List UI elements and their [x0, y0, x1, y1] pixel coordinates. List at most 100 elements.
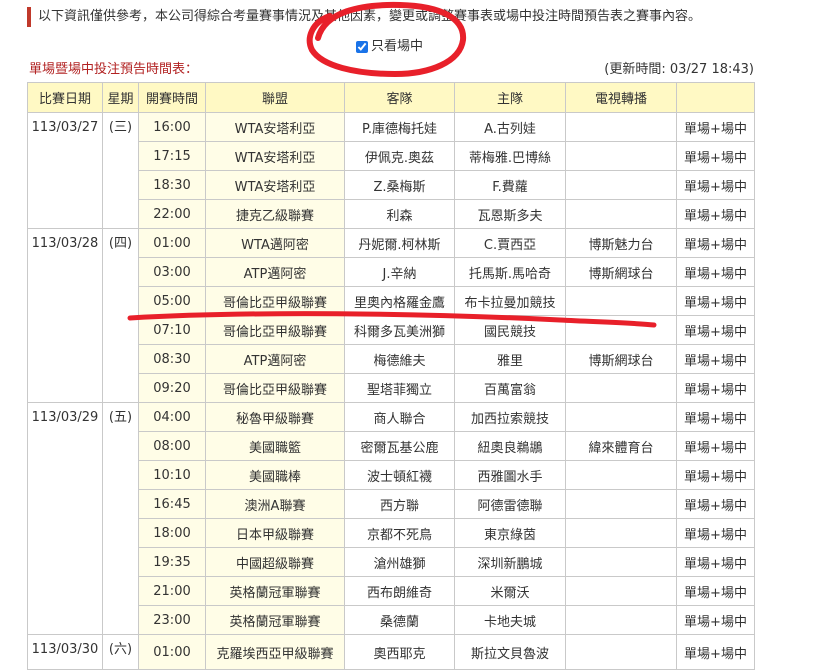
update-time: (更新時間: 03/27 18:43): [604, 62, 754, 77]
away-team-cell: P.庫德梅托娃: [344, 112, 455, 142]
tv-cell: 緯來體育台: [565, 431, 677, 461]
away-team-cell: 利森: [344, 199, 455, 229]
league-cell: 哥倫比亞甲級聯賽: [205, 315, 345, 345]
start-time-cell: 08:00: [138, 431, 206, 461]
league-cell: 澳洲A聯賽: [205, 489, 345, 519]
home-team-cell: 米爾沃: [454, 576, 566, 606]
weekday-cell: (三): [102, 112, 139, 229]
date-cell: 113/03/27: [27, 112, 103, 229]
league-cell: 日本甲級聯賽: [205, 518, 345, 548]
league-cell: ATP邁阿密: [205, 344, 345, 374]
home-team-cell: 瓦恩斯多夫: [454, 199, 566, 229]
league-cell: 中國超級聯賽: [205, 547, 345, 577]
league-cell: 哥倫比亞甲級聯賽: [205, 373, 345, 403]
date-cell: 113/03/28: [27, 228, 103, 403]
league-cell: WTA安塔利亞: [205, 112, 345, 142]
tv-cell: [565, 315, 677, 345]
tv-cell: [565, 286, 677, 316]
away-team-cell: 伊佩克.奧茲: [344, 141, 455, 171]
home-team-cell: 紐奧良鵜鶘: [454, 431, 566, 461]
disclaimer-notice: 以下資訊僅供參考，本公司得綜合考量賽事情況及其他因素，變更或調整賽事表或場中投注…: [27, 7, 701, 27]
table-row[interactable]: 113/03/27 (三) 16:00 WTA安塔利亞 P.庫德梅托娃 A.古列娃 單場+場…: [27, 112, 755, 229]
tv-cell: [565, 141, 677, 171]
header-start-time: 開賽時間: [138, 82, 206, 113]
bet-type-cell: 單場+場中: [676, 286, 755, 316]
start-time-cell: 08:30: [138, 344, 206, 374]
start-time-cell: 23:00: [138, 605, 206, 635]
away-team-cell: 滄州雄獅: [344, 547, 455, 577]
live-only-label: 只看場中: [371, 39, 424, 54]
home-team-cell: 布卡拉曼加競技: [454, 286, 566, 316]
away-team-cell: 桑德蘭: [344, 605, 455, 635]
schedule-table: 比賽日期 星期 開賽時間 聯盟 客隊 主隊 電視轉播 113/03/27 (三) 1…: [27, 82, 755, 670]
league-cell: 美國職棒: [205, 460, 345, 490]
league-cell: WTA邁阿密: [205, 228, 345, 258]
schedule-body: 113/03/27 (三) 16:00 WTA安塔利亞 P.庫德梅托娃 A.古列娃 單場+場…: [27, 112, 755, 670]
tv-cell: [565, 547, 677, 577]
bet-type-cell: 單場+場中: [676, 460, 755, 490]
home-team-cell: 國民競技: [454, 315, 566, 345]
start-time-cell: 21:00: [138, 576, 206, 606]
live-only-filter[interactable]: 只看場中: [356, 38, 423, 56]
table-row[interactable]: 113/03/28 (四) 01:00 WTA邁阿密 丹妮爾.柯林斯 C.賈西亞 博斯魅力台…: [27, 228, 755, 403]
table-title: 單場暨場中投注預告時間表：: [29, 62, 199, 77]
away-team-cell: Z.桑梅斯: [344, 170, 455, 200]
home-team-cell: 阿德雷德聯: [454, 489, 566, 519]
table-header-row: 比賽日期 星期 開賽時間 聯盟 客隊 主隊 電視轉播: [27, 82, 755, 113]
weekday-cell: (四): [102, 228, 139, 403]
home-team-cell: 加西拉索競技: [454, 402, 566, 432]
tv-cell: [565, 373, 677, 403]
table-row[interactable]: 113/03/29 (五) 04:00 秘魯甲級聯賽 商人聯合 加西拉索競技 單場+場中: [27, 402, 755, 635]
live-only-checkbox[interactable]: [356, 41, 368, 53]
bet-type-cell: 單場+場中: [676, 431, 755, 461]
weekday-cell: (五): [102, 402, 139, 635]
home-team-cell: 卡地夫城: [454, 605, 566, 635]
tv-cell: [565, 112, 677, 142]
start-time-cell: 03:00: [138, 257, 206, 287]
away-team-cell: 密爾瓦基公鹿: [344, 431, 455, 461]
league-cell: 英格蘭冠軍聯賽: [205, 605, 345, 635]
bet-type-cell: 單場+場中: [676, 112, 755, 142]
header-date: 比賽日期: [27, 82, 103, 113]
start-time-cell: 18:00: [138, 518, 206, 548]
tv-cell: 博斯網球台: [565, 344, 677, 374]
bet-type-cell: 單場+場中: [676, 576, 755, 606]
header-weekday: 星期: [102, 82, 139, 113]
home-team-cell: A.古列娃: [454, 112, 566, 142]
start-time-cell: 01:00: [138, 634, 206, 670]
tv-cell: [565, 199, 677, 229]
bet-type-cell: 單場+場中: [676, 373, 755, 403]
start-time-cell: 01:00: [138, 228, 206, 258]
home-team-cell: 深圳新鵬城: [454, 547, 566, 577]
start-time-cell: 16:45: [138, 489, 206, 519]
away-team-cell: 波士頓紅襪: [344, 460, 455, 490]
bet-type-cell: 單場+場中: [676, 315, 755, 345]
league-cell: ATP邁阿密: [205, 257, 345, 287]
away-team-cell: 聖塔菲獨立: [344, 373, 455, 403]
away-team-cell: 京都不死鳥: [344, 518, 455, 548]
start-time-cell: 05:00: [138, 286, 206, 316]
bet-type-cell: 單場+場中: [676, 489, 755, 519]
tv-cell: [565, 576, 677, 606]
start-time-cell: 09:20: [138, 373, 206, 403]
league-cell: 哥倫比亞甲級聯賽: [205, 286, 345, 316]
tv-cell: [565, 402, 677, 432]
league-cell: 美國職籃: [205, 431, 345, 461]
tv-cell: [565, 605, 677, 635]
away-team-cell: 科爾多瓦美洲獅: [344, 315, 455, 345]
league-cell: 捷克乙級聯賽: [205, 199, 345, 229]
bet-type-cell: 單場+場中: [676, 605, 755, 635]
header-away-team: 客隊: [344, 82, 455, 113]
away-team-cell: 奧西耶克: [344, 634, 455, 670]
bet-type-cell: 單場+場中: [676, 199, 755, 229]
table-row[interactable]: 113/03/30 (六) 01:00 克羅埃西亞甲級聯賽 奧西耶克 斯拉文貝魯波 單場+場…: [27, 634, 755, 670]
tv-cell: [565, 518, 677, 548]
tv-cell: [565, 460, 677, 490]
bet-type-cell: 單場+場中: [676, 634, 755, 670]
start-time-cell: 22:00: [138, 199, 206, 229]
start-time-cell: 07:10: [138, 315, 206, 345]
home-team-cell: 東京綠茵: [454, 518, 566, 548]
start-time-cell: 10:10: [138, 460, 206, 490]
weekday-cell: (六): [102, 634, 139, 670]
bet-type-cell: 單場+場中: [676, 257, 755, 287]
